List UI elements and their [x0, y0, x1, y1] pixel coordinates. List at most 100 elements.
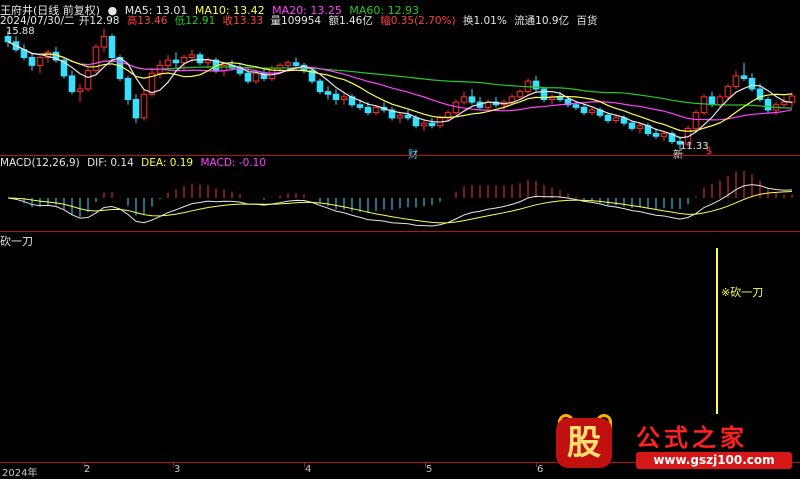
candle	[700, 94, 708, 116]
candle-body	[188, 54, 196, 58]
site-url: www.gszj100.com	[636, 452, 792, 469]
candle-body	[732, 75, 740, 87]
candle	[324, 86, 332, 100]
candle	[748, 73, 756, 92]
x-tick-label: 2024年	[2, 468, 38, 479]
candle-body	[764, 99, 772, 111]
candle-body	[84, 70, 92, 90]
candle-body	[580, 106, 588, 114]
candle	[772, 102, 780, 116]
candle-body	[244, 72, 252, 82]
candle	[740, 62, 748, 82]
candle-body	[124, 78, 132, 100]
candle-body	[140, 93, 148, 119]
candle-body	[220, 64, 228, 72]
candle	[468, 89, 476, 105]
candle-body	[76, 88, 84, 93]
candle	[316, 78, 324, 95]
x-tick-label: 4	[305, 464, 312, 475]
x-tick-label: 2	[84, 464, 91, 475]
candle-body	[660, 133, 668, 137]
candle-body	[412, 117, 420, 127]
candle-body	[108, 36, 116, 58]
candle	[84, 68, 92, 92]
candle-body	[604, 114, 612, 121]
candle-body	[340, 96, 348, 100]
candle	[28, 52, 36, 71]
candle-body	[324, 91, 332, 95]
candle-body	[516, 91, 524, 98]
event-label-financial[interactable]: 财	[408, 146, 418, 161]
candle-body	[428, 122, 436, 127]
candle	[132, 94, 140, 124]
signal-title[interactable]: 砍一刀	[0, 233, 33, 249]
candle	[540, 86, 548, 103]
candle-body	[364, 106, 372, 114]
candle	[788, 92, 796, 108]
candle	[548, 94, 556, 105]
candle-body	[116, 57, 124, 79]
candle	[692, 110, 700, 131]
candle-body	[252, 72, 260, 82]
candle	[20, 44, 28, 61]
candle-body	[708, 96, 716, 106]
event-label-new[interactable]: 新	[673, 146, 683, 161]
candle-body	[36, 57, 44, 66]
candle	[92, 44, 100, 74]
logo-badge: 股	[556, 418, 612, 468]
candle-body	[612, 117, 620, 121]
high-price-label: 15.88	[6, 26, 35, 37]
candle-body	[780, 101, 788, 106]
candle	[532, 75, 540, 92]
candle	[460, 91, 468, 105]
candle-body	[284, 62, 292, 66]
candle	[444, 110, 452, 121]
candle-body	[68, 75, 76, 93]
candle	[732, 70, 740, 89]
low-price-label: 11.33	[680, 141, 709, 152]
x-tick-label: 5	[426, 464, 433, 475]
panel-divider-1	[0, 155, 800, 156]
candle	[196, 52, 204, 66]
candle-body	[652, 133, 660, 137]
candle	[396, 112, 404, 124]
candle-body	[748, 78, 756, 90]
candle	[388, 107, 396, 121]
candle	[60, 57, 68, 79]
candle-body	[636, 125, 644, 129]
site-name: 公式之家	[636, 423, 748, 452]
candle-body	[628, 122, 636, 129]
watermark: 股 公式之家 www.gszj100.com	[556, 414, 796, 472]
candle-body	[700, 96, 708, 114]
candle-body	[692, 112, 700, 129]
candle-body	[716, 96, 724, 106]
candle-body	[196, 54, 204, 64]
candle-body	[4, 36, 12, 43]
candle	[484, 99, 492, 110]
candle-body	[468, 96, 476, 103]
candle	[780, 96, 788, 108]
candle	[124, 75, 132, 105]
candle	[764, 96, 772, 113]
candle-body	[740, 75, 748, 79]
candle-body	[292, 62, 300, 66]
candle	[428, 117, 436, 129]
candle-body	[332, 93, 340, 100]
signal-bar	[716, 248, 718, 414]
panel-divider-2	[0, 231, 800, 232]
candle-body	[316, 80, 324, 93]
candle	[588, 107, 596, 116]
candle-body	[180, 57, 188, 64]
candle-body	[100, 36, 108, 48]
macd-chart[interactable]	[0, 168, 800, 230]
x-tick-label: 6	[537, 464, 544, 475]
candle	[76, 83, 84, 103]
candle	[140, 89, 148, 121]
candle-body	[132, 99, 140, 119]
candle	[292, 57, 300, 68]
candle	[68, 70, 76, 95]
candle-body	[420, 122, 428, 127]
candle	[220, 62, 228, 76]
candlestick-chart[interactable]	[0, 22, 800, 156]
candle	[36, 54, 44, 74]
